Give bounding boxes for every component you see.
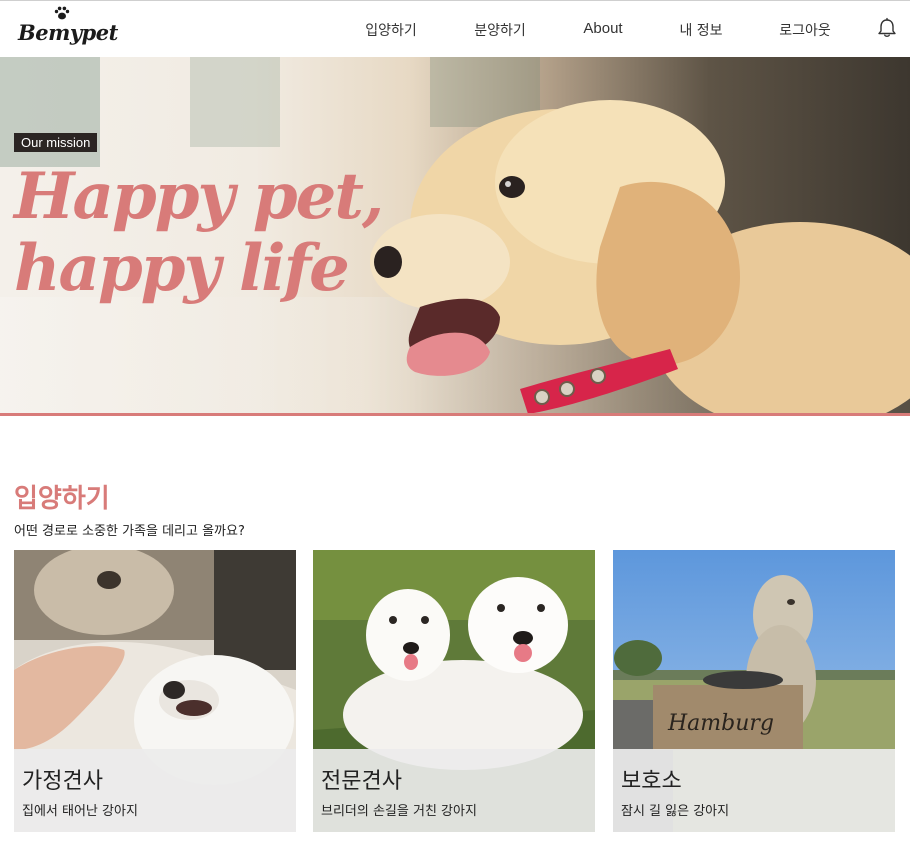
nav-logout[interactable]: 로그아웃: [779, 20, 831, 40]
bell-icon[interactable]: [876, 17, 898, 39]
section-subtitle: 어떤 경로로 소중한 가족을 데리고 올까요?: [14, 524, 245, 539]
mission-tag: Our mission: [14, 133, 98, 152]
hero-divider: [0, 413, 910, 416]
card-title: 가정견사: [22, 769, 103, 794]
card-description: 집에서 태어난 강아지: [22, 804, 138, 819]
card-shelter[interactable]: Hamburg 보호소 잠시 길 잃은 강아지: [613, 550, 895, 832]
hamburg-sign-text: Hamburg: [667, 711, 774, 736]
card-title: 전문견사: [321, 769, 402, 794]
card-home-kennel[interactable]: 가정견사 집에서 태어난 강아지: [14, 550, 296, 832]
section-title: 입양하기: [14, 484, 110, 514]
site-header: Bemypet 입양하기 분양하기 About 내 정보 로그아웃: [0, 1, 910, 57]
card-description: 브리더의 손길을 거친 강아지: [321, 804, 477, 819]
nav-adopt[interactable]: 입양하기: [365, 20, 417, 40]
nav-my-info[interactable]: 내 정보: [679, 20, 722, 40]
card-description: 잠시 길 잃은 강아지: [621, 804, 730, 819]
hero-banner: Our mission Happy pet, happy life: [0, 57, 910, 414]
card-pro-kennel[interactable]: 전문견사 브리더의 손길을 거친 강아지: [313, 550, 595, 832]
main-nav: 입양하기 분양하기 About 내 정보 로그아웃: [0, 1, 910, 57]
card-title: 보호소: [621, 769, 682, 794]
nav-about[interactable]: About: [583, 20, 622, 37]
puppy-photo: [370, 100, 910, 414]
background-window: [190, 57, 280, 147]
hero-headline: Happy pet, happy life: [14, 159, 384, 306]
nav-rehome[interactable]: 분양하기: [474, 20, 526, 40]
